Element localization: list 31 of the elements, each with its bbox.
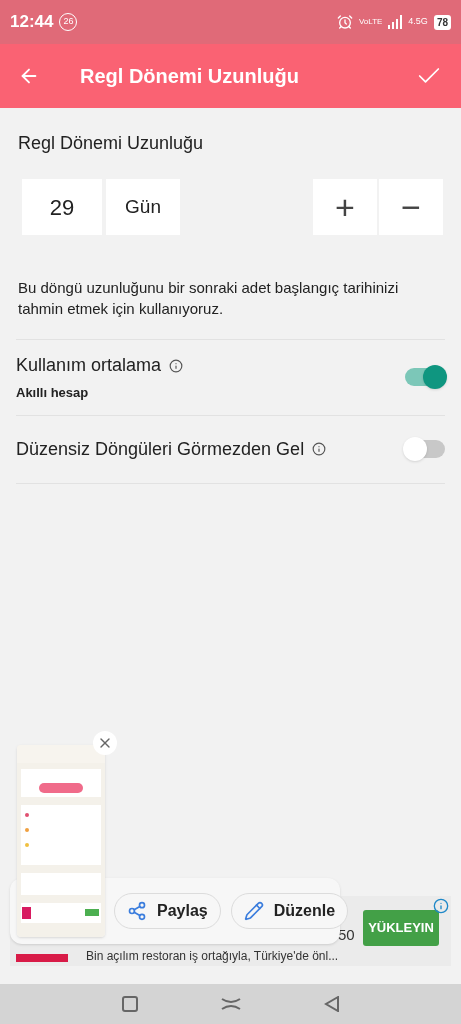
- info-icon[interactable]: [312, 442, 327, 456]
- increment-button[interactable]: +: [313, 179, 377, 235]
- battery-indicator: 78: [433, 14, 451, 30]
- app-bar-title: Regl Dönemi Uzunluğu: [80, 64, 300, 89]
- ad-text: Bin açılım restoran iş ortağıyla, Türkiye'de önl...: [86, 948, 339, 965]
- ad-logo: [16, 954, 68, 962]
- description-text: Bu döngü uzunluğunu bir sonraki adet başlangıç tarihinizi tahmin etmek için kullanıyoruz.: [18, 278, 400, 319]
- network-label: 4.5G: [408, 15, 428, 29]
- status-time: 12:44: [10, 11, 54, 34]
- alarm-icon: [336, 14, 353, 30]
- toggle-switch[interactable]: [405, 368, 445, 387]
- back-icon[interactable]: [323, 996, 340, 1012]
- close-button[interactable]: [93, 731, 117, 755]
- pencil-icon: [243, 901, 264, 921]
- setting-subtitle: Akıllı hesap: [16, 384, 90, 402]
- share-icon: [127, 901, 147, 921]
- recents-icon[interactable]: [121, 996, 138, 1012]
- home-icon[interactable]: [220, 997, 241, 1011]
- decrement-button[interactable]: −: [379, 179, 443, 235]
- info-icon[interactable]: [433, 898, 449, 914]
- cycle-length-value: 29: [22, 179, 102, 235]
- info-icon[interactable]: [169, 358, 184, 373]
- edit-button[interactable]: Düzenle: [230, 893, 349, 929]
- toggle-switch[interactable]: [405, 440, 445, 458]
- setting-label: Düzensiz Döngüleri Görmezden Gel: [16, 437, 305, 461]
- cycle-length-unit: Gün: [106, 179, 180, 235]
- share-button[interactable]: Paylaş: [114, 893, 221, 929]
- signal-icon: [388, 15, 403, 29]
- section-title: Regl Dönemi Uzunluğu: [18, 132, 205, 155]
- setting-label: Kullanım ortalama: [16, 354, 162, 377]
- volte-label: VoLTE: [358, 16, 383, 28]
